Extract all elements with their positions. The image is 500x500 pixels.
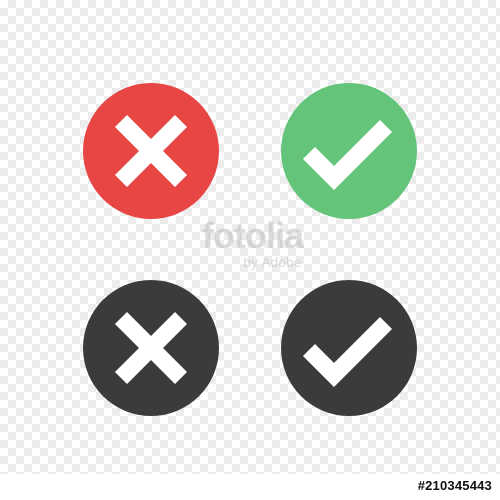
transparent-background: [0, 0, 500, 474]
green-check-icon: [281, 83, 417, 219]
stock-id: #210345443: [417, 478, 492, 493]
dark-check-icon: [281, 280, 417, 416]
dark-cross-icon: [83, 280, 219, 416]
red-cross-icon: [83, 83, 219, 219]
